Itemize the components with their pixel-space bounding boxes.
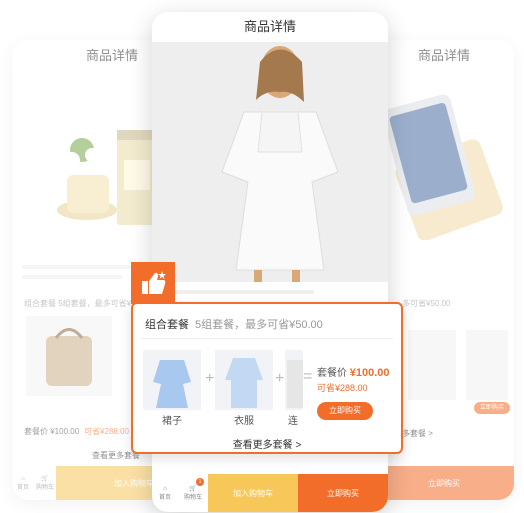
center-bottom-bar: ⌂ 首页 🛒 1 购物车 加入购物车 立即购买 <box>152 474 388 512</box>
plus-icon: + <box>275 370 285 387</box>
left-price: 套餐价 ¥100.00 <box>24 427 80 436</box>
thumbs-up-badge <box>131 262 175 304</box>
bundle-item-top[interactable] <box>215 350 273 410</box>
equals-icon: = <box>303 368 313 385</box>
bundle-save: 可省¥288.00 <box>317 383 368 393</box>
placeholder-line <box>174 290 314 294</box>
divider <box>141 338 393 339</box>
cart-badge: 1 <box>196 478 204 486</box>
cart-tab[interactable]: 🛒 1 购物车 <box>178 474 208 512</box>
bundle-price: 套餐价 ¥100.00 <box>317 367 390 379</box>
page-title: 商品详情 <box>243 19 296 34</box>
plus-icon: + <box>205 370 215 387</box>
left-save: 可省¥288.00 <box>84 427 129 436</box>
bundle-price-area: 套餐价 ¥100.00 可省¥288.00 立即购买 <box>317 364 399 420</box>
cart-icon: 🛒 <box>41 476 49 482</box>
charger-product-image <box>408 330 456 400</box>
popup-title: 组合套餐 <box>145 319 189 331</box>
bundle-item-dress-partial[interactable] <box>285 350 303 410</box>
right-bottom-bar: 立即购买 <box>374 466 514 500</box>
buy-now-button[interactable]: 立即购买 <box>298 474 388 512</box>
right-buy-now[interactable]: 立即购买 <box>474 402 510 414</box>
add-to-cart-button[interactable]: 加入购物车 <box>208 474 298 512</box>
popup-subtitle: 5组套餐，最多可省¥50.00 <box>195 319 323 331</box>
bundle-popup: 组合套餐 5组套餐，最多可省¥50.00 + + = 裙子 衣服 连 套餐价 ¥1… <box>131 302 403 454</box>
right-phone-title: 商品详情 <box>417 48 470 63</box>
right-buy-button[interactable]: 立即购买 <box>374 466 514 500</box>
view-more-bundles-link[interactable]: 查看更多套餐 > <box>133 436 401 451</box>
cable-product-image <box>466 330 508 400</box>
item-label: 连 <box>288 416 298 427</box>
dress-product-image <box>152 42 388 282</box>
cart-icon: 🛒 <box>189 486 197 492</box>
home-tab[interactable]: ⌂ 首页 <box>152 474 178 512</box>
item-label: 裙子 <box>162 416 182 427</box>
item-label: 衣服 <box>234 416 254 427</box>
phone-product-image <box>374 80 514 241</box>
bag-product-image <box>26 316 112 396</box>
bundle-item-skirt[interactable] <box>143 350 201 410</box>
placeholder-line <box>22 275 122 279</box>
thumbs-up-icon <box>142 271 166 294</box>
bundle-buy-now-button[interactable]: 立即购买 <box>317 402 373 420</box>
cart-tab[interactable]: 🛒 购物车 <box>34 466 56 500</box>
right-bundle-sub: 多可省¥50.00 <box>402 299 451 308</box>
popup-header: 组合套餐 5组套餐，最多可省¥50.00 <box>145 316 323 332</box>
home-tab[interactable]: ⌂ 首页 <box>12 466 34 500</box>
